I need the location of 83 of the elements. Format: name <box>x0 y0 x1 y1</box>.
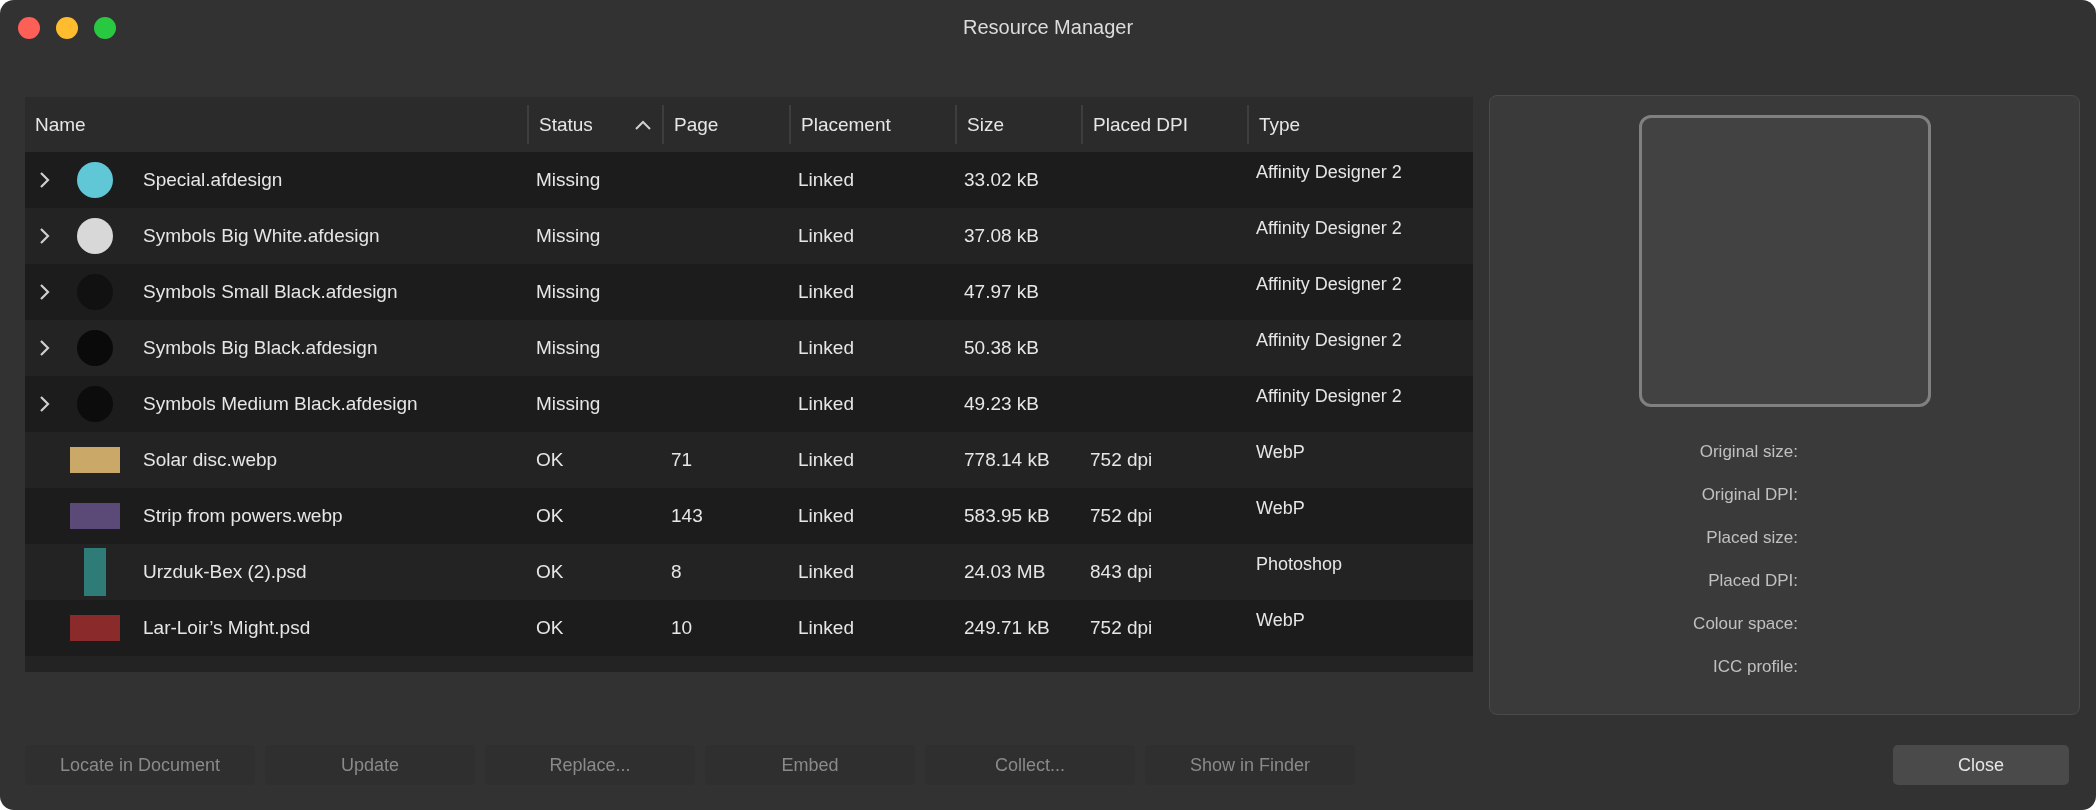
file-name: Special.afdesign <box>142 169 283 191</box>
table-cell-text: Linked <box>797 393 855 415</box>
image-thumbnail <box>70 615 120 641</box>
window-title: Resource Manager <box>962 16 1134 38</box>
column-header[interactable]: Name <box>25 97 527 152</box>
table-cell-text: Linked <box>797 561 855 583</box>
field-label: ICC profile: <box>1712 656 1798 678</box>
table-cell-text: 843 dpi <box>1089 561 1154 583</box>
column-header[interactable]: Placement <box>789 105 955 144</box>
field-label: Placed size: <box>1706 527 1798 549</box>
file-name: Urzduk-Bex (2).psd <box>142 561 307 583</box>
field-label: Original DPI: <box>1701 484 1798 506</box>
field-label: Original size: <box>1699 441 1798 463</box>
symbol-thumbnail-icon <box>75 328 115 368</box>
table-cell-text: Linked <box>797 281 855 303</box>
zoom-window-button[interactable] <box>94 16 116 39</box>
table-cell-text: WebP <box>1255 609 1306 631</box>
table-cell-text: Missing <box>535 225 602 247</box>
table-row[interactable]: Symbols Big White.afdesign Missing Linked 37.08 kB Affinity Designer 2 <box>25 208 1473 264</box>
table-cell-text: 49.23 kB <box>963 393 1040 415</box>
field-label: Colour space: <box>1693 613 1798 635</box>
table-row[interactable]: Symbols Big Black.afdesign Missing Linked 50.38 kB Affinity Designer 2 <box>25 320 1473 376</box>
column-header[interactable]: Status <box>527 105 662 144</box>
table-row[interactable]: Urzduk-Bex (2).psd OK 8 Linked 24.03 MB 843 dpi Photoshop <box>25 544 1473 600</box>
table-cell-text: Linked <box>797 169 855 191</box>
column-header[interactable]: Placed DPI <box>1081 105 1247 144</box>
table-cell-text: OK <box>535 449 565 471</box>
table-cell-text: 249.71 kB <box>963 617 1051 639</box>
file-name: Symbols Small Black.afdesign <box>142 281 398 303</box>
table-cell-text: 143 <box>670 505 704 527</box>
table-cell-text: 50.38 kB <box>963 337 1040 359</box>
table-cell-text: OK <box>535 617 565 639</box>
table-cell-text: WebP <box>1255 497 1306 519</box>
field-label: Placed DPI: <box>1708 570 1798 592</box>
file-name: Lar-Loir’s Might.psd <box>142 617 311 639</box>
file-name: Symbols Big Black.afdesign <box>142 337 378 359</box>
table-cell-text: Linked <box>797 225 855 247</box>
table-cell-text: 778.14 kB <box>963 449 1051 471</box>
file-name: Symbols Big White.afdesign <box>142 225 380 247</box>
table-cell-text: 752 dpi <box>1089 617 1154 639</box>
table-cell-text: Affinity Designer 2 <box>1255 329 1403 351</box>
image-thumbnail <box>70 447 120 473</box>
table-cell-text: 10 <box>670 617 694 639</box>
table-cell-text: 583.95 kB <box>963 505 1051 527</box>
table-cell-text: Affinity Designer 2 <box>1255 273 1403 295</box>
column-header[interactable]: Size <box>955 105 1081 144</box>
sort-ascending-icon <box>634 118 652 131</box>
table-cell-text: OK <box>535 561 565 583</box>
table-cell-text: Linked <box>797 449 855 471</box>
table-cell-text: Linked <box>797 505 855 527</box>
table-cell-text: OK <box>535 505 565 527</box>
table-cell-text: Linked <box>797 617 855 639</box>
file-name: Solar disc.webp <box>142 449 278 471</box>
table-cell-text: Photoshop <box>1255 553 1344 575</box>
table-cell-text: 47.97 kB <box>963 281 1040 303</box>
table-row[interactable]: Solar disc.webp OK 71 Linked 778.14 kB 752 dpi WebP <box>25 432 1473 488</box>
symbol-thumbnail-icon <box>75 160 115 200</box>
column-header[interactable]: Page <box>662 105 789 144</box>
table-cell-text: 752 dpi <box>1089 449 1154 471</box>
table-cell-text: Missing <box>535 169 602 191</box>
close-window-button[interactable] <box>18 16 40 39</box>
table-cell-text: 752 dpi <box>1089 505 1154 527</box>
file-name: Symbols Medium Black.afdesign <box>142 393 418 415</box>
image-thumbnail <box>84 548 106 596</box>
table-cell-text: 33.02 kB <box>963 169 1040 191</box>
table-cell-text: Missing <box>535 393 602 415</box>
table-cell-text: Linked <box>797 337 855 359</box>
table-cell-text: 37.08 kB <box>963 225 1040 247</box>
table-cell-text: 8 <box>670 561 683 583</box>
table-cell-text: Affinity Designer 2 <box>1255 385 1403 407</box>
table-cell-text: Affinity Designer 2 <box>1255 161 1403 183</box>
close-button[interactable]: Close <box>1893 745 2069 785</box>
minimize-window-button[interactable] <box>56 16 78 39</box>
image-thumbnail <box>70 503 120 529</box>
table-cell-text: 71 <box>670 449 694 471</box>
table-cell-text: 24.03 MB <box>963 561 1047 583</box>
table-cell-text: WebP <box>1255 441 1306 463</box>
table-cell-text: Missing <box>535 281 602 303</box>
symbol-thumbnail-icon <box>75 216 115 256</box>
file-name: Strip from powers.webp <box>142 505 343 527</box>
table-cell-text: Affinity Designer 2 <box>1255 217 1403 239</box>
table-cell-text: Missing <box>535 337 602 359</box>
column-header[interactable]: Type <box>1247 105 1473 144</box>
